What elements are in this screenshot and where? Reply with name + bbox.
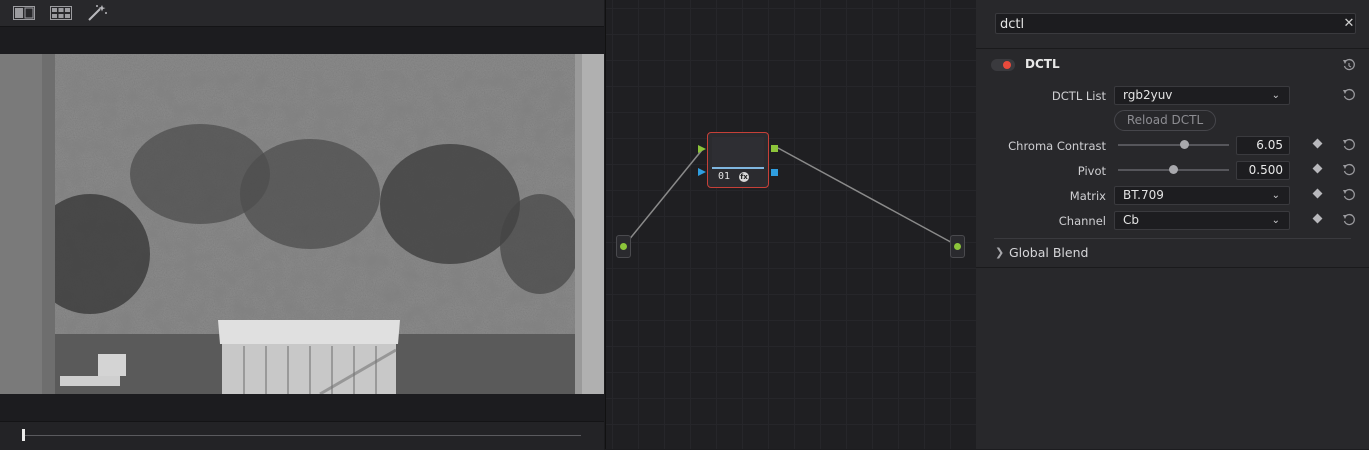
chroma-contrast-slider-knob[interactable] — [1180, 140, 1190, 149]
global-blend-label: Global Blend — [1009, 245, 1089, 260]
toggle-indicator — [1003, 61, 1011, 69]
chevron-down-icon: ⌄ — [1271, 190, 1280, 201]
matrix-keyframe-icon[interactable] — [1312, 188, 1323, 199]
search-input[interactable]: dctl — [995, 13, 1356, 34]
channel-dropdown[interactable]: Cb ⌄ — [1114, 211, 1290, 230]
split-view-icon[interactable] — [11, 3, 37, 23]
output-port[interactable] — [950, 235, 965, 258]
chroma-contrast-label: Chroma Contrast — [1008, 139, 1106, 153]
reset-matrix-icon[interactable] — [1342, 188, 1356, 202]
clear-search-icon[interactable]: ✕ — [1342, 15, 1356, 33]
fx-icon: fx — [739, 172, 749, 182]
playhead[interactable] — [22, 429, 25, 441]
pivot-keyframe-icon[interactable] — [1312, 163, 1323, 174]
viewer-panel — [0, 0, 604, 450]
chevron-down-icon: ⌄ — [1271, 90, 1280, 101]
viewer-image — [0, 54, 604, 394]
dctl-list-value: rgb2yuv — [1123, 88, 1173, 102]
matrix-dropdown[interactable]: BT.709 ⌄ — [1114, 186, 1290, 205]
node-thumbnail — [712, 137, 764, 169]
matrix-label: Matrix — [1069, 189, 1106, 203]
matrix-value: BT.709 — [1123, 188, 1164, 202]
effects-inspector: dctl ✕ DCTL DCTL List rgb2yuv ⌄ Reload DC… — [976, 0, 1369, 449]
key-output-port[interactable] — [771, 169, 778, 176]
viewer-toolbar — [0, 0, 604, 27]
reset-effect-icon[interactable] — [1342, 58, 1356, 72]
reset-channel-icon[interactable] — [1342, 213, 1356, 227]
global-blend-section[interactable]: ❯ Global Blend — [976, 239, 1369, 268]
chroma-contrast-field[interactable]: 6.05 — [1236, 136, 1290, 155]
output-dot — [954, 243, 961, 250]
node-label: 01 — [718, 171, 731, 182]
channel-value: Cb — [1123, 213, 1139, 227]
reset-pivot-icon[interactable] — [1342, 163, 1356, 177]
node-connections — [623, 147, 959, 247]
source-dot — [620, 243, 627, 250]
grid-view-icon[interactable] — [48, 3, 74, 23]
channel-keyframe-icon[interactable] — [1312, 213, 1323, 224]
search-row: dctl ✕ — [976, 0, 1369, 49]
dctl-list-dropdown[interactable]: rgb2yuv ⌄ — [1114, 86, 1290, 105]
dctl-effect-header: DCTL — [976, 49, 1369, 81]
timeline-scrubber[interactable] — [0, 421, 604, 450]
reload-dctl-button[interactable]: Reload DCTL — [1114, 110, 1216, 131]
dctl-list-label: DCTL List — [1051, 89, 1106, 103]
source-input-port[interactable] — [616, 235, 631, 258]
effect-enable-toggle[interactable] — [991, 59, 1015, 71]
pivot-label: Pivot — [1077, 164, 1106, 178]
rgb-output-port[interactable] — [771, 145, 778, 152]
node-graph[interactable]: 01 fx — [605, 0, 977, 449]
corrector-node-01[interactable]: 01 fx — [707, 132, 769, 188]
chroma-contrast-slider[interactable] — [1118, 140, 1229, 149]
pivot-field[interactable]: 0.500 — [1236, 161, 1290, 180]
channel-label: Channel — [1058, 214, 1106, 228]
chevron-down-icon: ⌄ — [1271, 215, 1280, 226]
rgb-input-arrow[interactable] — [698, 145, 706, 153]
key-input-arrow[interactable] — [698, 168, 706, 176]
reset-dctl-list-icon[interactable] — [1342, 88, 1356, 102]
chevron-right-icon[interactable]: ❯ — [995, 246, 1004, 259]
effect-title: DCTL — [1025, 57, 1060, 71]
reset-chroma-contrast-icon[interactable] — [1342, 138, 1356, 152]
chroma-contrast-keyframe-icon[interactable] — [1312, 138, 1323, 149]
pivot-slider[interactable] — [1118, 165, 1229, 174]
scrubber-track[interactable] — [24, 435, 581, 436]
pivot-slider-knob[interactable] — [1169, 165, 1178, 174]
magic-wand-icon[interactable] — [84, 3, 110, 23]
